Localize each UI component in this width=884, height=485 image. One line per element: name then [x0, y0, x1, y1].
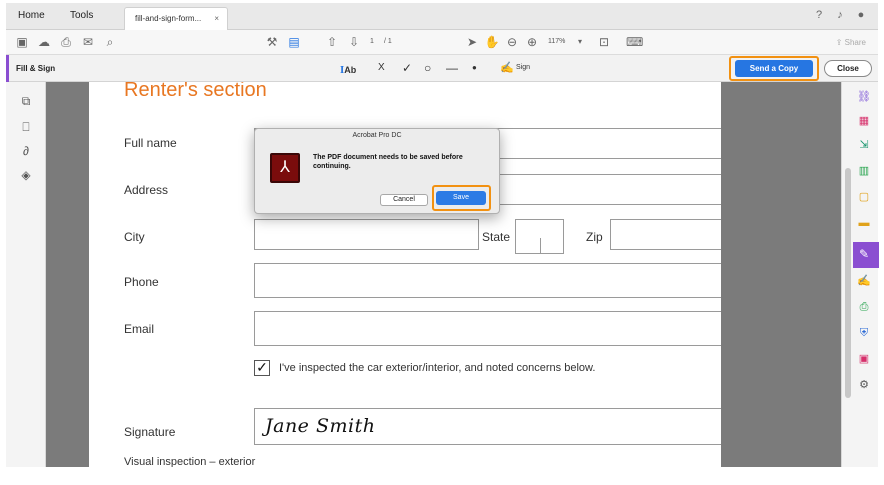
phone-label: Phone	[124, 275, 159, 289]
tab-home[interactable]: Home	[18, 10, 45, 21]
tab-tools[interactable]: Tools	[70, 10, 93, 21]
share-button[interactable]: ⇪ Share	[836, 38, 866, 47]
create-pdf-icon[interactable]: ▤	[286, 34, 302, 50]
attachment-icon[interactable]: ∂	[19, 144, 33, 158]
sign-pen-icon[interactable]: ✍	[500, 60, 514, 76]
organize-pages-icon[interactable]: ▦	[857, 114, 871, 128]
add-text-label: Ab	[344, 65, 357, 75]
line-tool-icon[interactable]: —	[446, 60, 458, 76]
phone-field[interactable]	[254, 263, 721, 298]
page-total: / 1	[384, 38, 392, 45]
circle-tool-icon[interactable]: ○	[424, 60, 431, 76]
send-a-copy-button[interactable]: Send a Copy	[735, 60, 813, 77]
tool-accent-bar	[6, 55, 9, 82]
cross-mark-tool[interactable]: X	[378, 60, 385, 76]
save-button[interactable]: Save	[436, 191, 486, 205]
page-thumbnails-icon[interactable]: ⧉	[19, 94, 33, 108]
signature-label: Signature	[124, 425, 176, 439]
sign-label[interactable]: Sign	[516, 64, 530, 71]
combine-files-icon[interactable]: ▣	[857, 352, 871, 366]
inspection-checkbox[interactable]: ✓	[254, 360, 270, 376]
main-toolbar: ▣ ☁ ⎙ ✉ ⌕ ⚒ ▤ ⇧ ⇩ 1 / 1 ➤ ✋ ⊖ ⊕ 117% ▾ ⊡…	[6, 30, 878, 55]
page-down-icon[interactable]: ⇩	[346, 34, 362, 50]
address-label: Address	[124, 183, 169, 197]
window-bottom-edge	[6, 467, 878, 485]
bookmark-icon[interactable]: ⎕	[19, 120, 33, 134]
print-production-icon[interactable]: ⎙	[857, 300, 871, 314]
inspection-checkbox-label: I've inspected the car exterior/interior…	[279, 362, 596, 374]
account-icon[interactable]: ●	[854, 8, 868, 22]
cancel-button[interactable]: Cancel	[380, 194, 428, 206]
state-label: State	[482, 230, 511, 244]
dialog-title: Acrobat Pro DC	[352, 132, 402, 139]
left-navigation-pane: ⧉ ⎕ ∂ ◈ ◂	[6, 82, 52, 467]
close-tab-icon[interactable]: ×	[214, 14, 219, 23]
state-field-divider	[540, 238, 541, 254]
upload-cloud-icon[interactable]: ☁	[36, 34, 52, 50]
right-tools-pane: ⛓ ▦ ⇲ ▥ ▢ ▬ ✎ ✍ ⎙ ⛨ ▣ ⚙	[841, 82, 879, 467]
zip-field[interactable]	[610, 219, 721, 250]
layers-icon[interactable]: ◈	[19, 168, 33, 182]
visual-inspection-heading: Visual inspection – exterior	[124, 456, 256, 467]
tab-document[interactable]: fill-and-sign-form... ×	[124, 7, 228, 31]
email-icon[interactable]: ✉	[80, 34, 96, 50]
email-field[interactable]	[254, 311, 721, 346]
page-fit-icon[interactable]: ⊡	[596, 34, 612, 50]
document-tab-label: fill-and-sign-form...	[135, 14, 202, 23]
city-label: City	[124, 230, 145, 244]
zip-label: Zip	[586, 230, 603, 244]
keyboard-icon[interactable]: ⌨	[626, 34, 643, 50]
zoom-in-icon[interactable]: ⊕	[524, 34, 540, 50]
hand-tool-icon[interactable]: ✋	[484, 34, 500, 50]
state-field[interactable]	[515, 219, 564, 254]
search-icon[interactable]: ⌕	[102, 34, 118, 50]
close-button[interactable]: Close	[824, 60, 872, 77]
add-text-tool[interactable]: IAb	[340, 62, 356, 79]
page-number-input[interactable]: 1	[370, 38, 374, 45]
share-label: Share	[844, 38, 866, 47]
tab-bar: Home Tools fill-and-sign-form... × ? ♪ ●	[6, 3, 878, 31]
notification-bell-icon[interactable]: ♪	[833, 8, 847, 22]
acrobat-logo-icon: ⅄	[270, 153, 300, 183]
page-up-icon[interactable]: ⇧	[324, 34, 340, 50]
fill-sign-toolbar: Fill & Sign IAb X ✓ ○ — ● ✍ Sign Send a …	[6, 55, 878, 82]
edit-pdf-icon[interactable]: ▥	[857, 164, 871, 178]
zoom-level-select[interactable]: 117%	[548, 38, 565, 45]
fill-sign-pen-icon: ✎	[859, 247, 870, 261]
zoom-out-icon[interactable]: ⊖	[504, 34, 520, 50]
fill-sign-tool-active[interactable]: ✎	[853, 242, 879, 268]
signature-value: Jane Smith	[265, 415, 376, 437]
protect-shield-icon[interactable]: ⛨	[857, 326, 871, 340]
save-icon[interactable]: ▣	[14, 34, 30, 50]
create-pdf-tool-icon[interactable]: ▢	[857, 190, 871, 204]
full-name-label: Full name	[124, 136, 177, 150]
dialog-message: The PDF document needs to be saved befor…	[313, 154, 463, 170]
check-mark-tool[interactable]: ✓	[402, 60, 412, 76]
email-label: Email	[124, 322, 155, 336]
select-arrow-icon[interactable]: ➤	[464, 34, 480, 50]
send-for-signature-icon[interactable]: ✍	[857, 274, 871, 288]
stamp-icon[interactable]: ⚒	[264, 34, 280, 50]
vertical-scrollbar[interactable]	[845, 168, 851, 398]
dot-tool-icon[interactable]: ●	[472, 60, 477, 76]
section-title: Renter's section	[124, 82, 267, 101]
comment-icon[interactable]: ▬	[857, 216, 871, 230]
fill-sign-title: Fill & Sign	[16, 64, 56, 73]
city-field[interactable]	[254, 219, 479, 250]
print-icon[interactable]: ⎙	[58, 34, 74, 50]
more-tools-icon[interactable]: ⚙	[857, 378, 871, 392]
chevron-down-icon[interactable]: ▾	[572, 34, 588, 50]
help-icon[interactable]: ?	[812, 8, 826, 22]
translate-icon[interactable]: ⛓	[857, 90, 871, 104]
export-pdf-icon[interactable]: ⇲	[857, 138, 871, 152]
